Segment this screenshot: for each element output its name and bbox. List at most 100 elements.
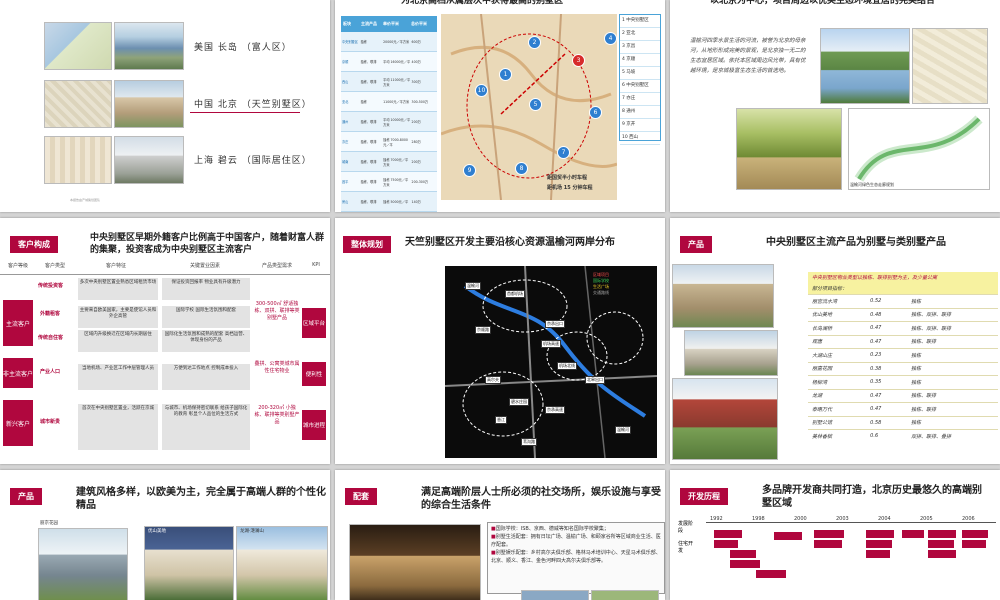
col-header: 客户等级 bbox=[7, 263, 28, 269]
col-header: 产品类型需求 bbox=[261, 263, 292, 269]
map-label: 碧水庄园 bbox=[509, 398, 529, 406]
slide-footer: 本报告由产城策划团队 bbox=[70, 198, 101, 202]
timeline-year: 2004 bbox=[878, 516, 891, 522]
table-cell: 独栋、联排 bbox=[360, 160, 377, 164]
col-header: 客户特征 bbox=[105, 263, 126, 269]
amenity-list: ■国际学校：ISB、京西、德威等知名国际学校聚集； ■别墅生活配套：拥有日坛广场… bbox=[487, 522, 665, 594]
ecology-map-image bbox=[912, 28, 988, 104]
key-factor-box: 与城市、机场保持密切联系 给孩子国际化的教育 彰显个人品位的生活方式 bbox=[162, 404, 250, 450]
legend-item: 7 亦庄 bbox=[620, 93, 660, 106]
slide-architecture[interactable]: 产品 建筑风格多样，以欧美为主，完全属于高端人群的个性化精品 丽京花园 优山美地… bbox=[0, 470, 330, 600]
table-cell: 0.52 bbox=[870, 298, 882, 305]
slide-planning[interactable]: 整体规划 天竺别墅区开发主要沿核心资源温榆河两岸分布 区域项目 国际学校 生活广… bbox=[335, 218, 665, 464]
architecture-caption: 龙湖·滟澜山 bbox=[240, 529, 264, 534]
villa-image-1 bbox=[672, 264, 774, 328]
table-cell: 11000元／平方米 bbox=[383, 100, 410, 104]
planning-map: 区域项目 国际学校 生活广场 交通路线 温榆河 首都机场 京顺路 机场高速 京承高速 北皋… bbox=[445, 266, 657, 458]
map-label: 苇沟路 bbox=[521, 438, 537, 446]
table-cell: 独栋 7000-8000元／平 bbox=[383, 137, 408, 147]
legend-item: 2 亚北 bbox=[620, 28, 660, 41]
need-text: 200-320㎡ 小独栋、联排等类别墅产品 bbox=[254, 405, 300, 425]
amenity-item: ■别墅娱乐配套：乡村高尔夫俱乐部、格林马术培训中心、天星马术俱乐部、北京、顺义、… bbox=[491, 550, 661, 564]
table-row: 丽嘉花园 0.38 独栋 bbox=[808, 361, 998, 375]
section-tag: 开发历程 bbox=[680, 488, 728, 505]
table-row: 杨柳湾 0.35 独栋 bbox=[808, 375, 998, 389]
grade-nonmainstream: 非主流客户 bbox=[3, 358, 33, 388]
timeline-project-block bbox=[928, 540, 954, 548]
table-row: 亦庄 独栋、联排 独栋 7000-8000元／平 280万 bbox=[341, 132, 437, 152]
table-row: 城南 独栋、联排 独栋 7000元／平方米 200万 bbox=[341, 152, 437, 172]
timeline-year: 1998 bbox=[752, 516, 765, 522]
timeline-project-block bbox=[928, 550, 956, 558]
map-label: 京承出口 bbox=[545, 320, 565, 328]
timeline-project-block bbox=[962, 530, 988, 538]
table-cell: 0.48 bbox=[870, 311, 882, 318]
slide-customers[interactable]: 客户构成 中央别墅区早期外籍客户比例高于中国客户，随着财富人群的集聚，投资客成为… bbox=[0, 218, 330, 464]
slide-title: 满足高端阶层人士所必须的社交场所，娱乐设施与享受的综合生活条件 bbox=[421, 487, 661, 511]
shanghai-villa-image bbox=[114, 136, 184, 184]
architecture-caption: 丽京花园 bbox=[40, 521, 58, 526]
slide-products[interactable]: 产品 中央别墅区主流产品为别墅与类别墅产品 中央别墅区物业类型以独栋、联排别墅为… bbox=[670, 218, 1000, 464]
table-cell: 独栋、联排 bbox=[360, 200, 377, 204]
slide-timeline[interactable]: 开发历程 多品牌开发商共同打造，北京历史最悠久的高端别墅区域 发展阶段 住宅开发… bbox=[670, 470, 1000, 600]
legend-item: 10 西山 bbox=[620, 132, 660, 145]
benchmark-location-3: 上海 碧云 （国际居住区） bbox=[194, 156, 312, 166]
slide-price-map[interactable]: 为北京高档从属层次中获得最高的别墅区 板块 主流产品 单价平米 总价平米 中央别… bbox=[335, 0, 665, 212]
table-cell: 独栋 7000元／平方米 bbox=[383, 157, 409, 167]
table-cell: 300-500万 bbox=[411, 100, 429, 104]
timeline-project-block bbox=[730, 560, 760, 568]
map-label: 温榆河 bbox=[615, 426, 631, 434]
table-row: 昌平 独栋、联排 独栋 7500元／平方米 200-300万 bbox=[341, 172, 437, 192]
table-cell: 独栋、双拼、联排 bbox=[910, 312, 951, 319]
customer-feature-box: 主要来自欧美国家，主要是使馆人员和外企高管 bbox=[78, 306, 158, 328]
timeline-row-label: 发展阶段 bbox=[678, 521, 694, 534]
key-factor-box: 方便到达工作地点 控制成本投入 bbox=[162, 364, 250, 390]
table-header: 板块 主流产品 单价平米 总价平米 bbox=[341, 16, 437, 32]
map-pin[interactable]: 2 bbox=[528, 36, 541, 49]
table-cell: 京顺 bbox=[342, 60, 349, 64]
timeline-project-block bbox=[962, 540, 986, 548]
map-pin[interactable]: 9 bbox=[463, 164, 476, 177]
map-pin[interactable]: 1 bbox=[499, 68, 512, 81]
table-cell: 独栋、联排 bbox=[910, 339, 936, 346]
slide-benchmarks[interactable]: 美国 长岛 （富人区） 中国 北京 （天竺别墅区） 上海 碧云 （国际居住区） … bbox=[0, 0, 330, 212]
slide-ecology[interactable]: 以北京为中心，项目周边以优美生态环境宜居的完美结合 温榆河四季水景生活的河流，被… bbox=[670, 0, 1000, 212]
map-pin[interactable]: 6 bbox=[589, 106, 602, 119]
product-intro: 中央别墅区物业类型以独栋、联排别墅为主，及少量公寓 bbox=[812, 275, 938, 281]
slide-title: 多品牌开发商共同打造，北京历史最悠久的高端别墅区域 bbox=[762, 485, 982, 509]
slide-amenities[interactable]: 配套 满足高端阶层人士所必须的社交场所，娱乐设施与享受的综合生活条件 ■国际学校… bbox=[335, 470, 665, 600]
table-cell: 0.6 bbox=[870, 433, 879, 440]
greenway-svg bbox=[854, 115, 983, 182]
benchmark-location-1: 美国 长岛 （富人区） bbox=[194, 43, 292, 53]
col-header: 单价平米 bbox=[383, 21, 399, 26]
timeline-project-block bbox=[814, 540, 842, 548]
timeline-project-block bbox=[902, 530, 924, 538]
table-cell: 平均 10000元／平方米 bbox=[383, 117, 411, 127]
section-tag: 产品 bbox=[10, 488, 42, 505]
table-cell: 140万 bbox=[411, 200, 421, 204]
map-label: 首都机场 bbox=[505, 290, 525, 298]
table-cell: 西山 bbox=[342, 80, 349, 84]
map-pin[interactable]: 3 bbox=[572, 54, 585, 67]
map-pin[interactable]: 5 bbox=[529, 98, 542, 111]
map-label: 机场高速 bbox=[541, 340, 561, 348]
table-row: 亚北 独栋 11000元／平方米 300-500万 bbox=[341, 92, 437, 112]
timeline-project-block bbox=[866, 540, 892, 548]
kpi-badge: 城市进程 bbox=[302, 410, 326, 440]
map-label: 香江 bbox=[495, 416, 507, 424]
type-label: 外籍租客 bbox=[40, 311, 61, 317]
map-pin[interactable]: 4 bbox=[604, 32, 617, 45]
table-cell: 0.47 bbox=[870, 338, 882, 345]
timeline-project-block bbox=[714, 530, 742, 538]
table-cell: 独栋 bbox=[360, 100, 367, 104]
price-table: 板块 主流产品 单价平米 总价平米 中央别墅区 独栋 20000元／平方米 600万京… bbox=[341, 16, 437, 212]
map-pin[interactable]: 10 bbox=[475, 84, 488, 97]
benchmark-location-2: 中国 北京 （天竺别墅区） bbox=[194, 100, 312, 110]
forest-path-image bbox=[736, 108, 842, 190]
timeline-project-block bbox=[756, 570, 786, 578]
table-cell: 大湖山庄 bbox=[812, 352, 833, 359]
table-row: 房山 独栋、联排 独栋 5000元／平 140万 bbox=[341, 192, 437, 212]
map-pin[interactable]: 8 bbox=[515, 162, 528, 175]
table-cell: 通州 bbox=[342, 120, 349, 124]
map-pin[interactable]: 7 bbox=[557, 146, 570, 159]
